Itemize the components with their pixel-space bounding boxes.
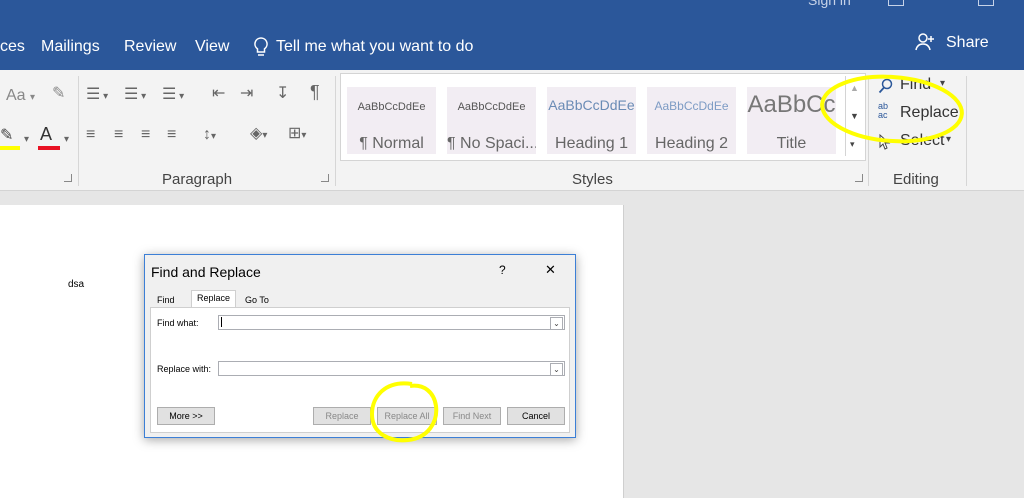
change-case-button[interactable]: Aa ▾ bbox=[6, 88, 35, 106]
help-icon[interactable]: ? bbox=[499, 263, 506, 277]
highlight-annotation-editing bbox=[820, 74, 964, 144]
tab-find[interactable]: Find bbox=[157, 293, 175, 307]
replace-tab-panel: Find what: ⌄ Replace with: ⌄ More >> Rep… bbox=[150, 307, 570, 433]
tab-mailings[interactable]: Mailings bbox=[41, 38, 100, 56]
style-heading-2[interactable]: AaBbCcDdEe Heading 2 bbox=[647, 87, 736, 154]
styles-group-label: Styles bbox=[572, 171, 613, 188]
cancel-button[interactable]: Cancel bbox=[507, 407, 565, 425]
increase-indent-icon[interactable]: ⇥ bbox=[240, 86, 253, 102]
tab-replace[interactable]: Replace bbox=[191, 290, 237, 308]
shading-icon[interactable]: ◈▾ bbox=[250, 126, 267, 144]
align-left-icon[interactable]: ≡ bbox=[86, 127, 95, 143]
group-separator bbox=[78, 76, 79, 186]
font-color-icon: A bbox=[40, 124, 53, 144]
show-formatting-icon[interactable]: ¶ bbox=[310, 83, 320, 101]
font-color-swatch bbox=[38, 146, 60, 150]
text-cursor bbox=[221, 317, 222, 327]
replace-with-label: Replace with: bbox=[157, 364, 212, 374]
style-no-spacing[interactable]: AaBbCcDdEe ¶ No Spaci... bbox=[447, 87, 536, 154]
document-text[interactable]: dsa bbox=[68, 279, 84, 290]
sort-icon[interactable]: ↧ bbox=[276, 86, 289, 102]
highlight-annotation-replace-all bbox=[369, 381, 439, 443]
replace-with-input[interactable]: ⌄ bbox=[218, 361, 565, 376]
tab-references[interactable]: ces bbox=[0, 38, 25, 56]
align-center-icon[interactable]: ≡ bbox=[114, 127, 123, 143]
paragraph-dialog-launcher[interactable] bbox=[321, 174, 329, 182]
decrease-indent-icon[interactable]: ⇤ bbox=[212, 86, 225, 102]
replace-dialog-button[interactable]: Replace bbox=[313, 407, 371, 425]
editing-group-label: Editing bbox=[893, 171, 939, 188]
lightbulb-icon bbox=[254, 37, 268, 56]
highlighter-icon: ✎ bbox=[0, 127, 14, 144]
more-button[interactable]: More >> bbox=[157, 407, 215, 425]
tab-review[interactable]: Review bbox=[124, 38, 176, 56]
align-right-icon[interactable]: ≡ bbox=[141, 127, 150, 143]
style-heading-1[interactable]: AaBbCcDdEe Heading 1 bbox=[547, 87, 636, 154]
find-what-label: Find what: bbox=[157, 318, 199, 328]
justify-icon[interactable]: ≡ bbox=[167, 127, 176, 143]
close-icon[interactable]: ✕ bbox=[545, 262, 556, 278]
styles-gallery: AaBbCcDdEe ¶ Normal AaBbCcDdEe ¶ No Spac… bbox=[340, 73, 866, 161]
styles-dialog-launcher[interactable] bbox=[855, 174, 863, 182]
highlight-color-swatch bbox=[0, 146, 20, 150]
ribbon-display-icon[interactable] bbox=[888, 0, 904, 6]
find-replace-dialog: Find and Replace ? ✕ Find Replace Go To … bbox=[144, 254, 576, 438]
tell-me-search[interactable]: Tell me what you want to do bbox=[276, 38, 473, 56]
bullets-icon[interactable]: ☰ ▾ bbox=[86, 87, 108, 105]
multilevel-list-icon[interactable]: ☰ ▾ bbox=[162, 87, 184, 105]
find-what-input[interactable]: ⌄ bbox=[218, 315, 565, 330]
find-next-button[interactable]: Find Next bbox=[443, 407, 501, 425]
dialog-title: Find and Replace bbox=[151, 264, 261, 280]
sign-in-link[interactable]: Sign in bbox=[808, 0, 851, 8]
clear-formatting-icon[interactable]: ✎ bbox=[52, 86, 65, 102]
chevron-down-icon: ▾ bbox=[64, 134, 70, 145]
chevron-down-icon: ▾ bbox=[24, 134, 30, 145]
numbering-icon[interactable]: ☰ ▾ bbox=[124, 87, 146, 105]
share-person-icon bbox=[915, 33, 934, 51]
title-bar: Sign in ces Mailings Review View Tell me… bbox=[0, 0, 1024, 70]
paragraph-group-label: Paragraph bbox=[162, 171, 233, 188]
tab-view[interactable]: View bbox=[195, 38, 229, 56]
borders-icon[interactable]: ⊞▾ bbox=[288, 126, 306, 144]
font-dialog-launcher[interactable] bbox=[64, 174, 72, 182]
tab-go-to[interactable]: Go To bbox=[245, 293, 269, 307]
group-separator bbox=[335, 76, 336, 186]
chevron-down-icon[interactable]: ⌄ bbox=[550, 363, 563, 376]
style-normal[interactable]: AaBbCcDdEe ¶ Normal bbox=[347, 87, 436, 154]
line-spacing-icon[interactable]: ↕▾ bbox=[203, 127, 216, 145]
chevron-down-icon[interactable]: ⌄ bbox=[550, 317, 563, 330]
restore-icon[interactable] bbox=[978, 0, 994, 6]
share-button[interactable]: Share bbox=[946, 34, 989, 52]
